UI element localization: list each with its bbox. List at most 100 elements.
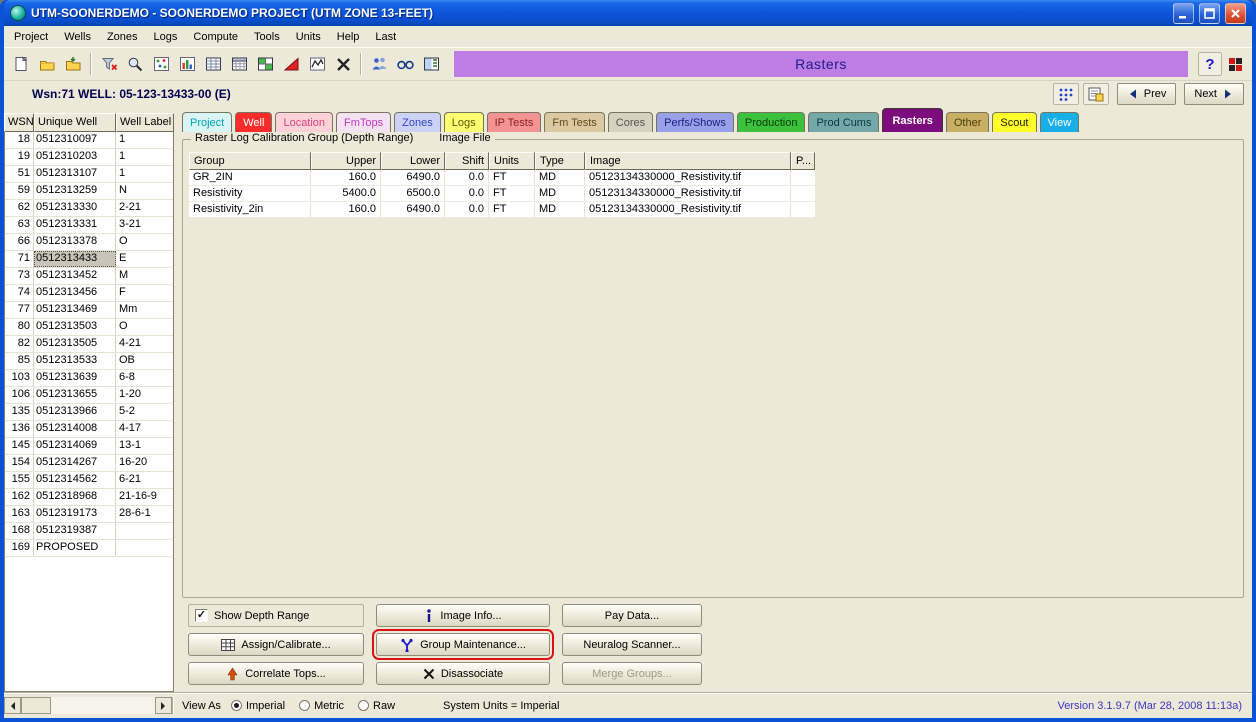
well-row[interactable]: 135 0512313966 5-2	[5, 404, 173, 421]
delete-icon[interactable]	[330, 51, 356, 77]
well-list-column-header[interactable]: Unique Well	[34, 113, 116, 132]
spreadsheet-icon[interactable]	[200, 51, 226, 77]
well-row[interactable]: 63 0512313331 3-21	[5, 217, 173, 234]
menu-item[interactable]: Compute	[185, 28, 246, 46]
open-project-icon[interactable]	[34, 51, 60, 77]
raster-column-header[interactable]: Lower	[381, 152, 445, 170]
menu-item[interactable]: Help	[329, 28, 368, 46]
filter-wells-icon[interactable]	[96, 51, 122, 77]
well-list-column-header[interactable]: Well Label	[116, 113, 174, 132]
well-row[interactable]: 62 0512313330 2-21	[5, 200, 173, 217]
minimize-button[interactable]	[1173, 3, 1194, 24]
well-row[interactable]: 80 0512313503 O	[5, 319, 173, 336]
category-tab[interactable]: Production	[737, 112, 806, 132]
exit-icon[interactable]	[1222, 51, 1248, 77]
scrollbar-track[interactable]	[51, 697, 155, 714]
category-tab[interactable]: Perfs/Shows	[656, 112, 734, 132]
category-tab[interactable]: Well	[235, 112, 272, 132]
unit-radio[interactable]: Raw	[358, 700, 395, 712]
new-document-icon[interactable]	[8, 51, 34, 77]
well-row[interactable]: 163 0512319173 28-6-1	[5, 506, 173, 523]
menu-item[interactable]: Units	[288, 28, 329, 46]
pay-data-button[interactable]: Pay Data...	[562, 604, 702, 627]
neuralog-scanner-button[interactable]: Neuralog Scanner...	[562, 633, 702, 656]
category-tab[interactable]: Project	[182, 112, 232, 132]
well-row[interactable]: 77 0512313469 Mm	[5, 302, 173, 319]
menu-item[interactable]: Logs	[146, 28, 186, 46]
prev-button[interactable]: Prev	[1117, 83, 1177, 105]
category-tab[interactable]: View	[1040, 112, 1080, 132]
well-row[interactable]: 162 0512318968 21-16-9	[5, 489, 173, 506]
category-tab[interactable]: Location	[275, 112, 333, 132]
next-button[interactable]: Next	[1184, 83, 1244, 105]
well-row[interactable]: 74 0512313456 F	[5, 285, 173, 302]
maximize-button[interactable]	[1199, 3, 1220, 24]
merge-groups-button[interactable]: Merge Groups...	[562, 662, 702, 685]
well-row[interactable]: 169 PROPOSED	[5, 540, 173, 557]
category-tab[interactable]: Prod Cums	[808, 112, 879, 132]
well-list-column-header[interactable]: WSN	[4, 113, 34, 132]
map-layers-icon[interactable]	[418, 51, 444, 77]
well-row[interactable]: 155 0512314562 6-21	[5, 472, 173, 489]
menu-item[interactable]: Last	[367, 28, 404, 46]
scrollbar-thumb[interactable]	[21, 697, 51, 714]
well-row[interactable]: 85 0512313533 OB	[5, 353, 173, 370]
land-grid-icon[interactable]	[252, 51, 278, 77]
assign-calibrate-button[interactable]: Assign/Calibrate...	[188, 633, 364, 656]
well-row[interactable]: 103 0512313639 6-8	[5, 370, 173, 387]
image-info-button[interactable]: Image Info...	[376, 604, 550, 627]
category-tab[interactable]: IP Tests	[487, 112, 542, 132]
category-tab[interactable]: Other	[946, 112, 990, 132]
raster-row[interactable]: Resistivity 5400.0 6500.0 0.0 FT MD 0512…	[189, 186, 815, 202]
well-row[interactable]: 145 0512314069 13-1	[5, 438, 173, 455]
well-row[interactable]: 136 0512314008 4-17	[5, 421, 173, 438]
zoom-icon[interactable]	[122, 51, 148, 77]
category-tab[interactable]: Logs	[444, 112, 484, 132]
well-row[interactable]: 106 0512313655 1-20	[5, 387, 173, 404]
disassociate-button[interactable]: Disassociate	[376, 662, 550, 685]
well-row[interactable]: 73 0512313452 M	[5, 268, 173, 285]
bubble-map-icon[interactable]	[174, 51, 200, 77]
category-tab[interactable]: Rasters	[882, 108, 942, 132]
well-group-icon[interactable]	[366, 51, 392, 77]
category-tab[interactable]: Scout	[992, 112, 1036, 132]
base-map-icon[interactable]	[148, 51, 174, 77]
show-depth-range-checkbox[interactable]	[195, 609, 208, 622]
group-maintenance-button[interactable]: Group Maintenance...	[376, 633, 550, 656]
cross-section-icon[interactable]	[304, 51, 330, 77]
well-row[interactable]: 51 0512313107 1	[5, 166, 173, 183]
well-row[interactable]: 18 0512310097 1	[5, 132, 173, 149]
scroll-right-button[interactable]	[155, 697, 172, 714]
correlate-tops-button[interactable]: Correlate Tops...	[188, 662, 364, 685]
quick-look-icon[interactable]	[392, 51, 418, 77]
menu-item[interactable]: Tools	[246, 28, 288, 46]
scroll-left-button[interactable]	[4, 697, 21, 714]
menu-item[interactable]: Wells	[56, 28, 99, 46]
import-file-icon[interactable]	[60, 51, 86, 77]
raster-column-header[interactable]: Type	[535, 152, 585, 170]
well-row[interactable]: 59 0512313259 N	[5, 183, 173, 200]
histogram-icon[interactable]	[278, 51, 304, 77]
raster-column-header[interactable]: Shift	[445, 152, 489, 170]
category-tab[interactable]: FmTops	[336, 112, 391, 132]
well-list-hscrollbar[interactable]	[4, 697, 174, 714]
raster-column-header[interactable]: Upper	[311, 152, 381, 170]
well-dots-icon[interactable]	[1053, 83, 1079, 105]
report-icon[interactable]	[1083, 83, 1109, 105]
well-row[interactable]: 66 0512313378 O	[5, 234, 173, 251]
unit-radio[interactable]: Imperial	[231, 700, 285, 712]
raster-column-header[interactable]: Group	[189, 152, 311, 170]
category-tab[interactable]: Fm Tests	[544, 112, 604, 132]
well-row[interactable]: 82 0512313505 4-21	[5, 336, 173, 353]
raster-row[interactable]: GR_2IN 160.0 6490.0 0.0 FT MD 0512313433…	[189, 170, 815, 186]
raster-row[interactable]: Resistivity_2in 160.0 6490.0 0.0 FT MD 0…	[189, 202, 815, 218]
close-button[interactable]	[1225, 3, 1246, 24]
help-button[interactable]: ?	[1198, 52, 1222, 76]
well-row[interactable]: 168 0512319387	[5, 523, 173, 540]
menu-item[interactable]: Zones	[99, 28, 146, 46]
raster-column-header[interactable]: Image	[585, 152, 791, 170]
grid-report-icon[interactable]	[226, 51, 252, 77]
raster-column-header[interactable]: Units	[489, 152, 535, 170]
well-row[interactable]: 154 0512314267 16-20	[5, 455, 173, 472]
category-tab[interactable]: Zones	[394, 112, 441, 132]
